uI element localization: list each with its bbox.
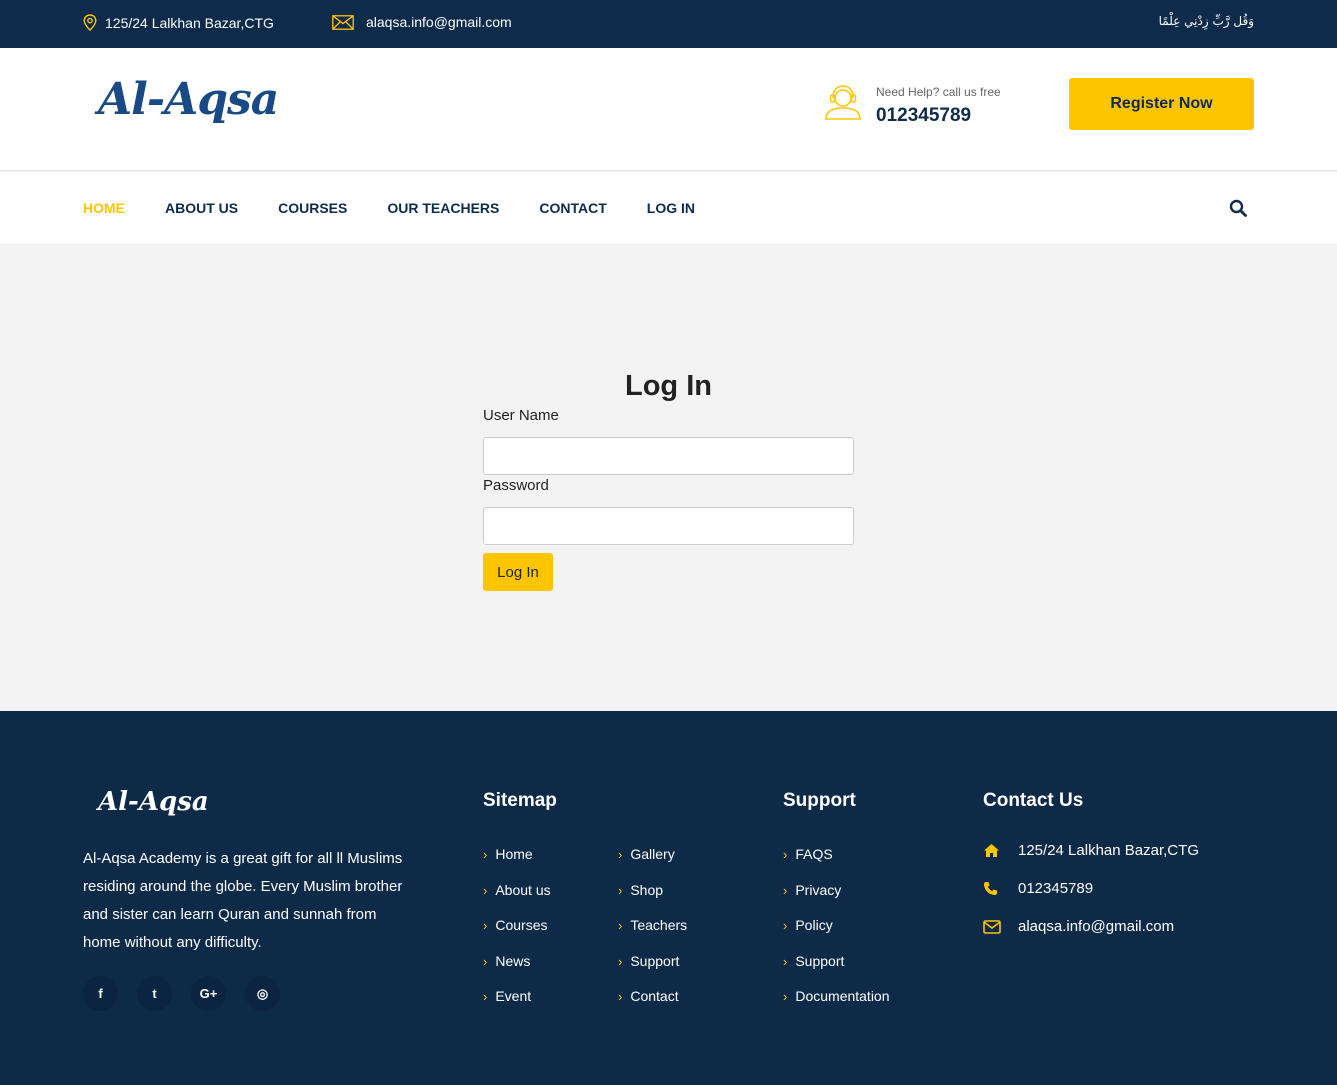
username-input[interactable] — [483, 437, 854, 475]
map-pin-icon — [83, 14, 97, 31]
search-icon[interactable] — [1229, 199, 1247, 217]
footer-link[interactable]: › Policy — [783, 917, 890, 953]
help-label: Need Help? call us free — [876, 85, 1001, 99]
footer-link[interactable]: › Support — [783, 953, 890, 989]
top-bar: 125/24 Lalkhan Bazar,CTG alaqsa.info@gma… — [0, 0, 1337, 48]
nav-item-our-teachers[interactable]: OUR TEACHERS — [387, 200, 499, 216]
chevron-right-icon: › — [483, 847, 488, 862]
chevron-right-icon: › — [618, 918, 623, 933]
top-address-text: 125/24 Lalkhan Bazar,CTG — [105, 14, 274, 31]
chevron-right-icon: › — [483, 989, 488, 1004]
chevron-right-icon: › — [618, 847, 623, 862]
footer-link[interactable]: › Teachers — [618, 917, 687, 953]
footer-link[interactable]: › Support — [618, 953, 687, 989]
footer-link[interactable]: › News — [483, 953, 551, 989]
sitemap-list-1: › Home › About us › Courses › News › Event — [483, 846, 551, 1024]
chevron-right-icon: › — [783, 882, 788, 898]
login-title: Log In — [625, 370, 712, 402]
top-email[interactable]: alaqsa.info@gmail.com — [332, 14, 512, 30]
chevron-right-icon: › — [618, 882, 623, 898]
social-links: f t G+ ◎ — [83, 976, 280, 1011]
footer-link[interactable]: › Gallery — [618, 846, 687, 882]
home-icon — [983, 843, 1018, 858]
footer-link[interactable]: › Documentation — [783, 988, 890, 1024]
site-logo[interactable]: Al-Aqsa — [98, 74, 279, 125]
site-header: Al-Aqsa Need Help? call us free 01234578… — [0, 48, 1337, 171]
contact-email[interactable]: alaqsa.info@gmail.com — [983, 918, 1174, 935]
support-heading: Support — [783, 790, 856, 811]
chevron-right-icon: › — [483, 953, 488, 969]
footer-link[interactable]: › Contact — [618, 988, 687, 1024]
contact-phone[interactable]: 012345789 — [983, 880, 1093, 897]
register-now-button[interactable]: Register Now — [1069, 78, 1254, 130]
username-label: User Name — [483, 407, 559, 424]
nav-menu: HOME ABOUT US COURSES OUR TEACHERS CONTA… — [83, 200, 695, 216]
footer-link[interactable]: › Privacy — [783, 882, 890, 918]
password-input[interactable] — [483, 507, 854, 545]
instagram-icon[interactable]: ◎ — [245, 976, 280, 1011]
envelope-icon — [983, 919, 1018, 934]
phone-icon — [983, 881, 1018, 896]
main-nav: HOME ABOUT US COURSES OUR TEACHERS CONTA… — [0, 172, 1337, 243]
envelope-icon — [332, 14, 354, 30]
nav-item-home[interactable]: HOME — [83, 200, 125, 216]
nav-item-log-in[interactable]: LOG IN — [647, 200, 695, 216]
support-agent-icon — [825, 85, 861, 120]
contact-heading: Contact Us — [983, 790, 1084, 811]
chevron-right-icon: › — [783, 918, 788, 933]
password-label: Password — [483, 477, 549, 494]
top-address: 125/24 Lalkhan Bazar,CTG — [83, 14, 274, 31]
nav-item-contact[interactable]: CONTACT — [539, 200, 606, 216]
footer-link[interactable]: › Shop — [618, 882, 687, 918]
top-email-text[interactable]: alaqsa.info@gmail.com — [366, 14, 512, 30]
chevron-right-icon: › — [483, 882, 488, 898]
footer-logo[interactable]: Al-Aqsa — [98, 787, 209, 817]
arabic-verse: وَقُل رَّبِّ زِدْنِي عِلْمًا — [1158, 14, 1254, 28]
site-footer: Al-Aqsa Al-Aqsa Academy is a great gift … — [0, 711, 1337, 1085]
login-submit-button[interactable]: Log In — [483, 553, 553, 591]
facebook-icon[interactable]: f — [83, 976, 118, 1011]
contact-address: 125/24 Lalkhan Bazar,CTG — [983, 842, 1199, 859]
footer-link[interactable]: › Home — [483, 846, 551, 882]
sitemap-list-2: › Gallery › Shop › Teachers › Support › Conta… — [618, 846, 687, 1024]
nav-item-courses[interactable]: COURSES — [278, 200, 347, 216]
footer-link[interactable]: › Event — [483, 988, 551, 1024]
footer-about-text: Al-Aqsa Academy is a great gift for all … — [83, 850, 403, 951]
chevron-right-icon: › — [783, 847, 788, 862]
footer-link[interactable]: › Courses — [483, 917, 551, 953]
twitter-icon[interactable]: t — [137, 976, 172, 1011]
chevron-right-icon: › — [618, 953, 623, 969]
chevron-right-icon: › — [783, 953, 788, 969]
google-plus-icon[interactable]: G+ — [191, 976, 226, 1011]
sitemap-heading: Sitemap — [483, 790, 557, 811]
chevron-right-icon: › — [483, 918, 488, 933]
footer-link[interactable]: › FAQS — [783, 846, 890, 882]
footer-link[interactable]: › About us — [483, 882, 551, 918]
help-phone[interactable]: 012345789 — [876, 105, 971, 127]
chevron-right-icon: › — [783, 989, 788, 1004]
support-list: › FAQS › Privacy › Policy › Support › Documen… — [783, 846, 890, 1024]
chevron-right-icon: › — [618, 989, 623, 1004]
nav-item-about-us[interactable]: ABOUT US — [165, 200, 238, 216]
